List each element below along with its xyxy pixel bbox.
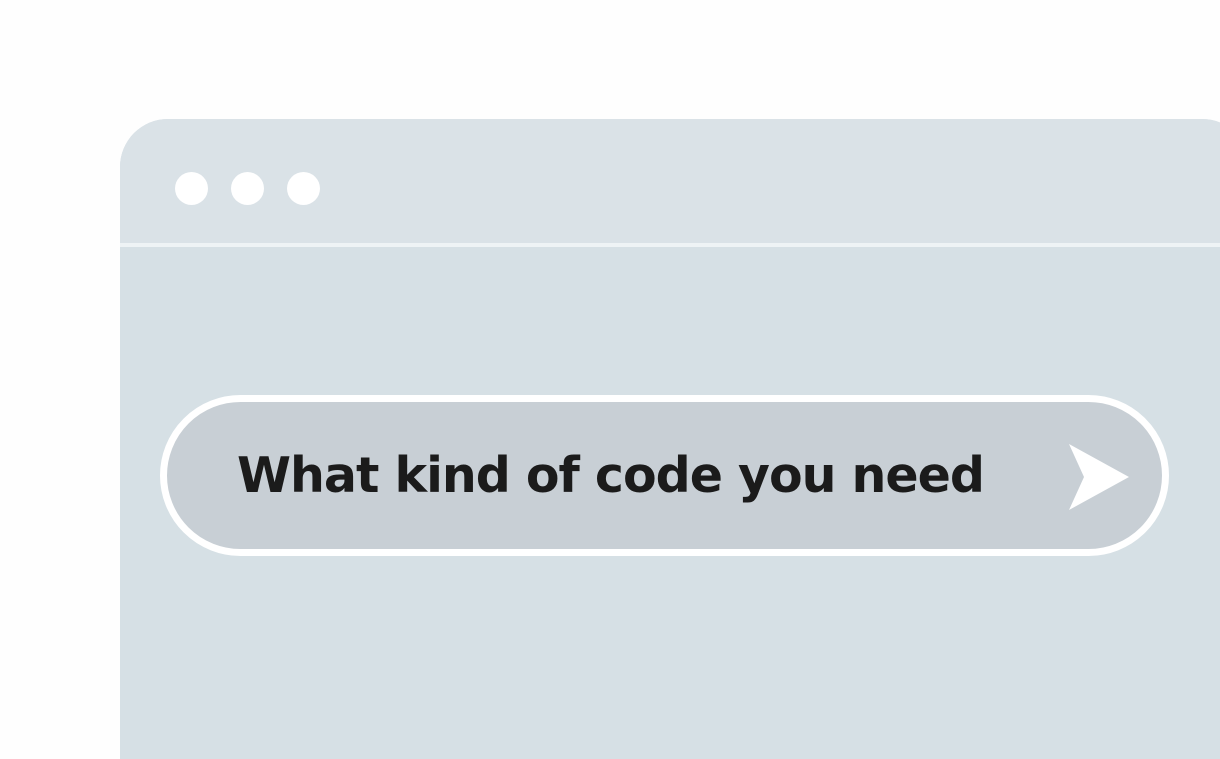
window-titlebar (120, 119, 1220, 247)
window-control-dot-2[interactable] (231, 172, 264, 205)
window-control-dot-1[interactable] (175, 172, 208, 205)
prompt-text[interactable]: What kind of code you need (237, 402, 985, 549)
send-arrow-icon[interactable] (1067, 444, 1129, 510)
prompt-input-bar[interactable]: What kind of code you need (160, 395, 1169, 556)
window-control-dot-3[interactable] (287, 172, 320, 205)
